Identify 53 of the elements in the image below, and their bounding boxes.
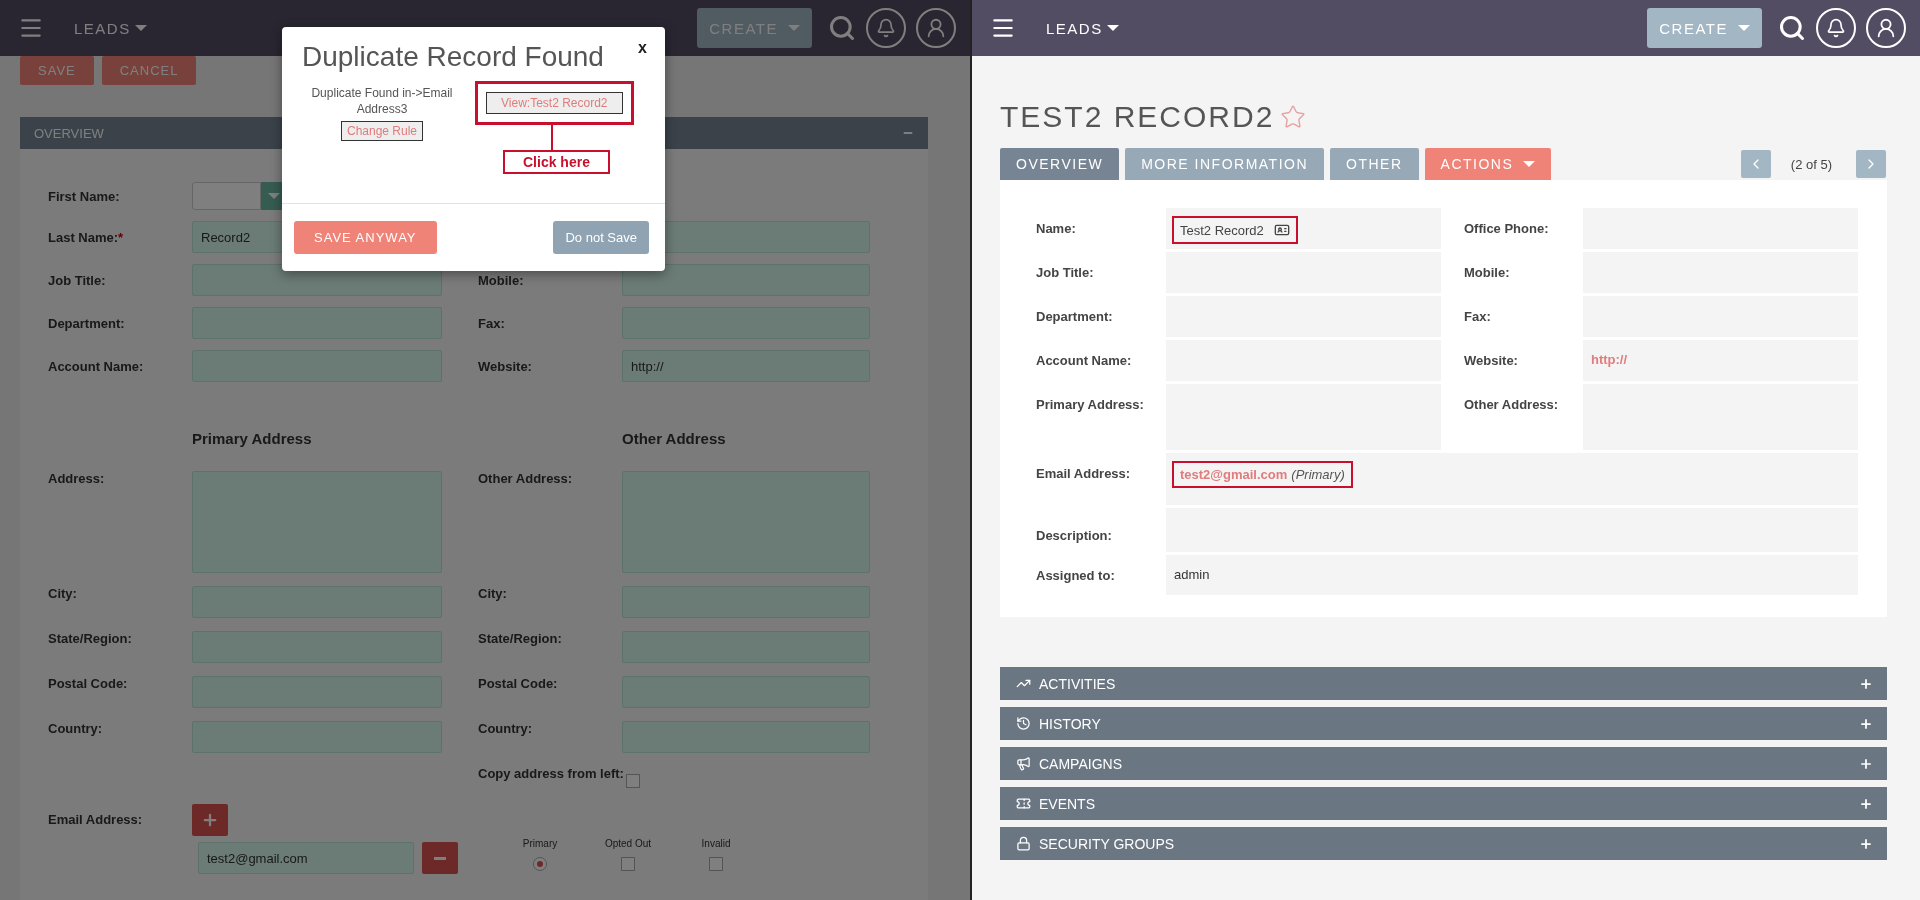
section-heading: Other Address (622, 430, 727, 447)
field-label: Website: (478, 358, 533, 374)
subpanel-title: HISTORY (1039, 715, 1101, 732)
subpanel-title: ACTIVITIES (1039, 675, 1116, 692)
field-label: Job Title: (48, 272, 107, 288)
field-label: State/Region: (48, 631, 133, 646)
field-label: Mobile: (478, 272, 525, 288)
required-mark: * (118, 229, 124, 245)
field-label: Email Address: (48, 811, 144, 829)
field-label: Website: (1464, 352, 1519, 370)
dialog-title: Duplicate Record Found (302, 41, 604, 72)
field-label: Postal Code: (48, 676, 129, 691)
option-label: Primary (522, 837, 558, 849)
primary-note: (Primary) (1291, 467, 1345, 482)
pager-count: (2 of 5) (1790, 156, 1832, 172)
field-label: Account Name: (48, 358, 145, 374)
field-label: Department: (1036, 308, 1114, 326)
field-label: Fax: (1464, 308, 1492, 326)
field-label: Other Address: (1464, 396, 1560, 414)
field-label: City: (478, 586, 508, 601)
subpanel-title: CAMPAIGNS (1039, 755, 1122, 772)
subpanel-title: SECURITY GROUPS (1039, 835, 1175, 852)
name-value: Test2 Record2 (1180, 222, 1264, 238)
field-label: Country: (478, 721, 534, 736)
subpanel-title: EVENTS (1039, 795, 1095, 812)
field-label: Other Address: (478, 471, 574, 486)
field-label: Fax: (478, 315, 506, 331)
field-label: Department: (48, 315, 126, 331)
field-label: Email Address: (1036, 465, 1132, 483)
panel-title: OVERVIEW (34, 125, 104, 141)
field-label: First Name: (48, 188, 121, 204)
field-label: City: (48, 586, 78, 601)
option-label: Invalid (701, 837, 731, 849)
field-label: Last Name:* (48, 229, 125, 245)
field-label: State/Region: (478, 631, 563, 646)
option-label: Opted Out (604, 837, 652, 849)
field-label: Mobile: (1464, 264, 1511, 282)
field-value: admin (1174, 567, 1210, 582)
field-label: Primary Address: (1036, 396, 1145, 414)
field-label: Address: (48, 471, 106, 486)
field-label: Account Name: (1036, 352, 1133, 370)
field-label: Copy address from left: (478, 766, 622, 781)
field-label: Country: (48, 721, 104, 736)
record-title: TEST2 RECORD2 (1000, 100, 1275, 134)
click-here-callout: Click here (503, 150, 610, 174)
field-label: Job Title: (1036, 264, 1095, 282)
duplicate-message: Duplicate Found in->Email Address3 (310, 85, 454, 117)
section-heading: Primary Address (192, 430, 313, 447)
field-label: Postal Code: (478, 676, 559, 691)
field-label: Office Phone: (1464, 220, 1550, 238)
field-label: Assigned to: (1036, 567, 1116, 585)
field-label: Name: (1036, 220, 1077, 238)
field-label: Description: (1036, 527, 1113, 545)
